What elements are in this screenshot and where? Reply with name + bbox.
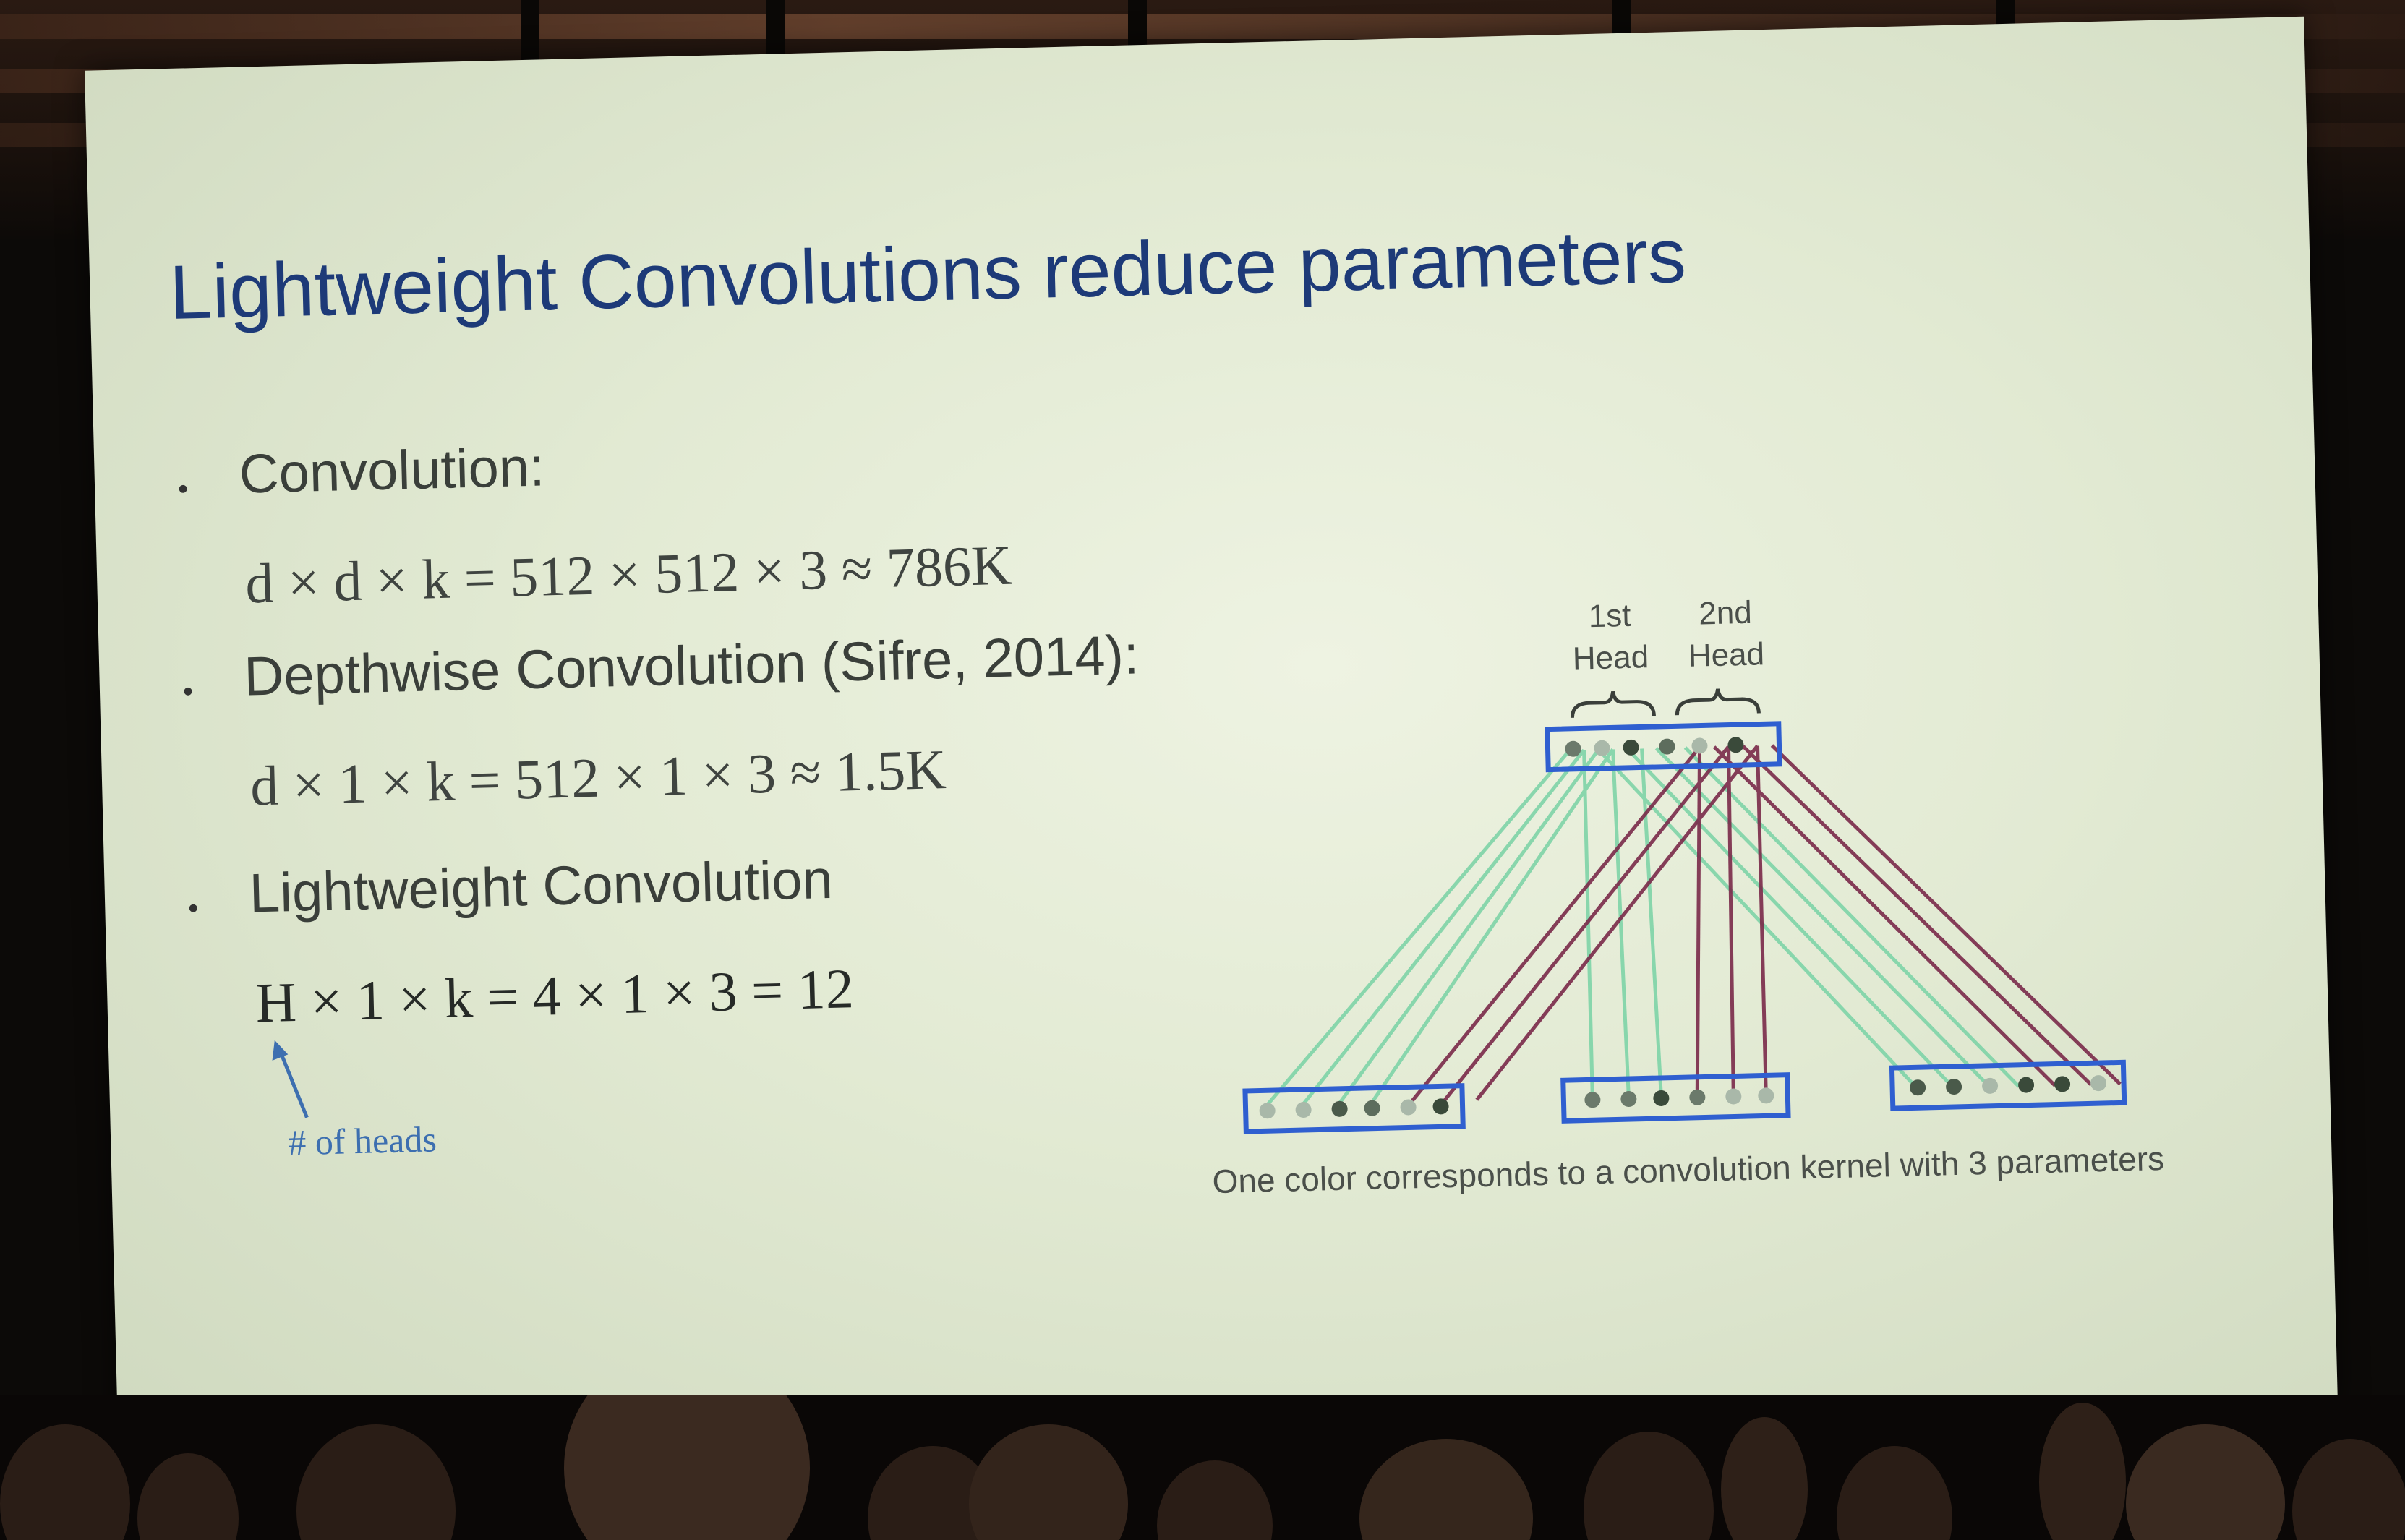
head-label-2-line1: 2nd bbox=[1699, 595, 1753, 632]
head-label-1-line2: Head bbox=[1572, 639, 1649, 677]
head-label-2-line2: Head bbox=[1688, 636, 1764, 674]
projection-screen: Lightweight Convolutions reduce paramete… bbox=[85, 16, 2338, 1459]
bullet-marker: • bbox=[177, 473, 189, 505]
formula-depthwise: d × 1 × k = 512 × 1 × 3 ≈ 1.5K bbox=[249, 737, 947, 818]
output-middle-dots bbox=[1584, 1087, 1774, 1108]
diagram-caption: One color corresponds to a convolution k… bbox=[1212, 1139, 2165, 1200]
annotation-arrow bbox=[272, 1040, 309, 1118]
brace-head-1 bbox=[1570, 690, 1656, 718]
bullet-label-lightweight: Lightweight Convolution bbox=[248, 848, 834, 925]
formula-convolution: d × d × k = 512 × 512 × 3 ≈ 786K bbox=[244, 533, 1013, 615]
bullet-label-convolution: Convolution: bbox=[238, 436, 546, 505]
lightweight-conv-diagram: 1st Head 2nd Head One color corresponds … bbox=[1212, 595, 2165, 1200]
output-box-left bbox=[1242, 1083, 1466, 1134]
annotation-heads: # of heads bbox=[287, 1118, 437, 1163]
output-right-dots bbox=[1910, 1075, 2107, 1096]
formula-lightweight: H × 1 × k = 4 × 1 × 3 = 12 bbox=[255, 957, 855, 1035]
green-kernel-lines bbox=[1265, 746, 2020, 1106]
head-label-1-line1: 1st bbox=[1588, 598, 1631, 634]
slide-title: Lightweight Convolutions reduce paramete… bbox=[168, 213, 1688, 335]
bullet-marker: • bbox=[187, 892, 199, 925]
brace-head-2 bbox=[1675, 688, 1761, 716]
bullet-marker: • bbox=[182, 675, 194, 708]
input-dots bbox=[1565, 737, 1744, 757]
bullet-label-depthwise: Depthwise Convolution (Sifre, 2014): bbox=[243, 624, 1140, 708]
output-left-dots bbox=[1259, 1098, 1449, 1119]
purple-kernel-lines bbox=[1410, 744, 2122, 1103]
audience-silhouettes bbox=[0, 1395, 2405, 1540]
